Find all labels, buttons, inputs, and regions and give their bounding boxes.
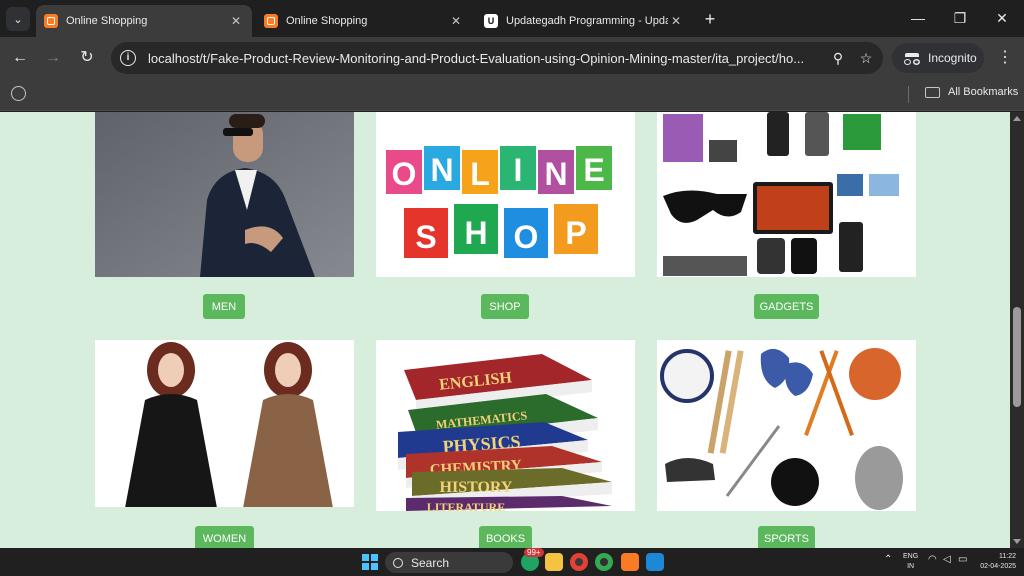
xampp-icon [44,14,58,28]
language-indicator[interactable]: ENG IN [903,552,918,572]
back-arrow-icon[interactable]: ← [9,47,31,69]
bookmarks-divider [908,86,909,103]
women-button[interactable]: WOMEN [195,526,254,548]
chevron-up-icon[interactable]: ⌃ [884,554,892,565]
women-dresses-illustration [95,340,354,507]
close-icon[interactable]: ✕ [668,13,684,29]
svg-text:N: N [430,152,453,188]
svg-text:S: S [415,219,436,255]
windows-start-icon[interactable] [362,554,378,570]
language-code: ENG [903,553,919,560]
folder-icon [925,86,940,98]
sports-equipment-illustration [657,340,916,511]
tab-strip: ⌄ Online Shopping ✕ Online Shopping ✕ U … [0,0,1024,37]
book-title-literature: LITERATURE [427,500,505,511]
men-category-image[interactable] [95,112,354,277]
taskbar-search[interactable]: Search [385,552,513,573]
women-category-image[interactable] [95,340,354,507]
clock[interactable]: 11:22 02-04-2025 [972,552,1016,572]
minimize-icon[interactable]: — [906,8,930,28]
tab-title: Online Shopping [66,15,148,27]
svg-text:I: I [514,152,523,188]
close-icon[interactable]: ✕ [228,13,244,29]
scrollbar-thumb[interactable] [1013,307,1021,407]
scroll-down-arrow-icon[interactable] [1013,539,1021,544]
sports-button[interactable]: SPORTS [758,526,815,548]
file-explorer-icon[interactable] [545,553,563,571]
search-icon [393,557,403,568]
wifi-icon[interactable]: ◠ [928,554,937,565]
tab-online-shopping-2[interactable]: Online Shopping ✕ [256,5,472,37]
updategadh-icon: U [484,14,498,28]
taskbar-search-label: Search [411,555,450,570]
chrome-canary-icon[interactable] [595,553,613,571]
reload-icon[interactable]: ↻ [76,47,98,69]
menu-kebab-icon[interactable]: ⋮ [994,47,1016,69]
restore-icon[interactable]: ❐ [948,8,972,28]
svg-text:O: O [514,219,539,255]
region-code: IN [907,563,915,570]
gadgets-category-image[interactable] [657,112,916,277]
books-category-image[interactable]: ENGLISH MATHEMATICS PHYSICS CHEMISTRY HI… [376,340,635,511]
address-bar[interactable]: i localhost/t/Fake-Product-Review-Monito… [111,42,883,74]
chrome-icon[interactable] [570,553,588,571]
tab-online-shopping-1[interactable]: Online Shopping ✕ [36,5,252,37]
clock-time: 11:22 [999,553,1016,560]
browser-toolbar: ← → ↻ i localhost/t/Fake-Product-Review-… [0,37,1024,79]
men-button[interactable]: MEN [203,294,245,319]
page-content: O N L I N E S H O P MEN SHOP GADGETS ENG… [0,112,1010,548]
forward-arrow-icon[interactable]: → [42,47,64,69]
tab-updategadh[interactable]: U Updategadh Programming - Upda ✕ [476,5,692,37]
incognito-indicator[interactable]: Incognito [892,43,984,73]
battery-icon[interactable]: ▭ [958,554,967,565]
zoom-search-icon[interactable]: ⚲ [828,48,848,68]
page-scrollbar[interactable] [1010,112,1024,548]
svg-text:O: O [392,156,417,192]
gadgets-button[interactable]: GADGETS [754,294,819,319]
svg-text:L: L [470,156,490,192]
bookmark-star-icon[interactable]: ☆ [856,48,876,68]
book-stack-illustration: ENGLISH MATHEMATICS PHYSICS CHEMISTRY HI… [376,340,635,511]
svg-text:N: N [544,156,567,192]
tab-title: Updategadh Programming - Upda [506,15,668,27]
site-info-icon[interactable]: i [120,50,136,66]
online-shop-bags-illustration: O N L I N E S H O P [376,112,635,277]
svg-text:P: P [565,215,586,251]
incognito-label: Incognito [928,51,977,65]
windows-taskbar: Search 99+ ⌃ ENG IN ◠ ◁ ▭ 11:22 02-04-20… [0,548,1024,576]
all-bookmarks-label: All Bookmarks [948,86,1019,98]
all-bookmarks-button[interactable]: All Bookmarks [925,86,1018,98]
url-text[interactable]: localhost/t/Fake-Product-Review-Monitori… [148,51,820,66]
scroll-up-arrow-icon[interactable] [1013,116,1021,121]
notification-badge: 99+ [524,548,544,557]
man-in-suit-illustration [95,112,354,277]
new-tab-button[interactable]: + [700,9,720,29]
shop-category-image[interactable]: O N L I N E S H O P [376,112,635,277]
xampp-icon [264,14,278,28]
clock-date: 02-04-2025 [980,563,1016,570]
vscode-icon[interactable] [646,553,664,571]
book-title-history: HISTORY [440,479,513,496]
bookmarks-bar: All Bookmarks [0,79,1024,111]
tab-search-button[interactable]: ⌄ [6,7,30,31]
close-icon[interactable]: ✕ [448,13,464,29]
shop-button[interactable]: SHOP [481,294,529,319]
globe-icon[interactable] [11,86,26,101]
incognito-icon [904,53,920,65]
sports-category-image[interactable] [657,340,916,511]
window-close-icon[interactable]: ✕ [990,8,1014,28]
gadgets-collection-illustration [657,112,916,277]
xampp-taskbar-icon[interactable] [621,553,639,571]
svg-text:H: H [464,215,487,251]
svg-text:E: E [583,152,604,188]
tab-title: Online Shopping [286,15,368,27]
volume-icon[interactable]: ◁ [943,554,951,565]
books-button[interactable]: BOOKS [479,526,532,548]
